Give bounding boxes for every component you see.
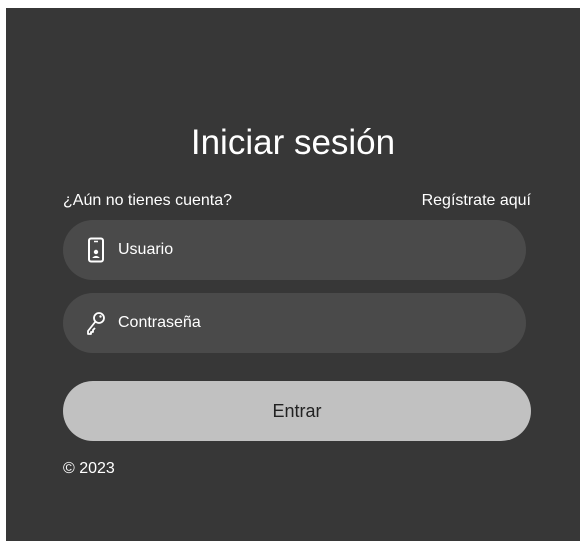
- key-icon: [85, 310, 107, 336]
- submit-button[interactable]: Entrar: [63, 381, 531, 441]
- username-placeholder: Usuario: [118, 241, 174, 258]
- register-link[interactable]: Regístrate aquí: [422, 191, 531, 211]
- username-field[interactable]: Usuario: [63, 220, 526, 280]
- password-field[interactable]: Contraseña: [63, 293, 526, 353]
- page-title: Iniciar sesión: [190, 123, 396, 162]
- password-placeholder: Contraseña: [118, 314, 201, 331]
- signup-row: ¿Aún no tienes cuenta? Regístrate aquí: [63, 191, 531, 211]
- phone-user-icon: [85, 237, 107, 263]
- login-panel: Iniciar sesión ¿Aún no tienes cuenta? Re…: [6, 8, 580, 541]
- copyright-text: © 2023: [63, 460, 115, 477]
- signup-question: ¿Aún no tienes cuenta?: [63, 192, 233, 209]
